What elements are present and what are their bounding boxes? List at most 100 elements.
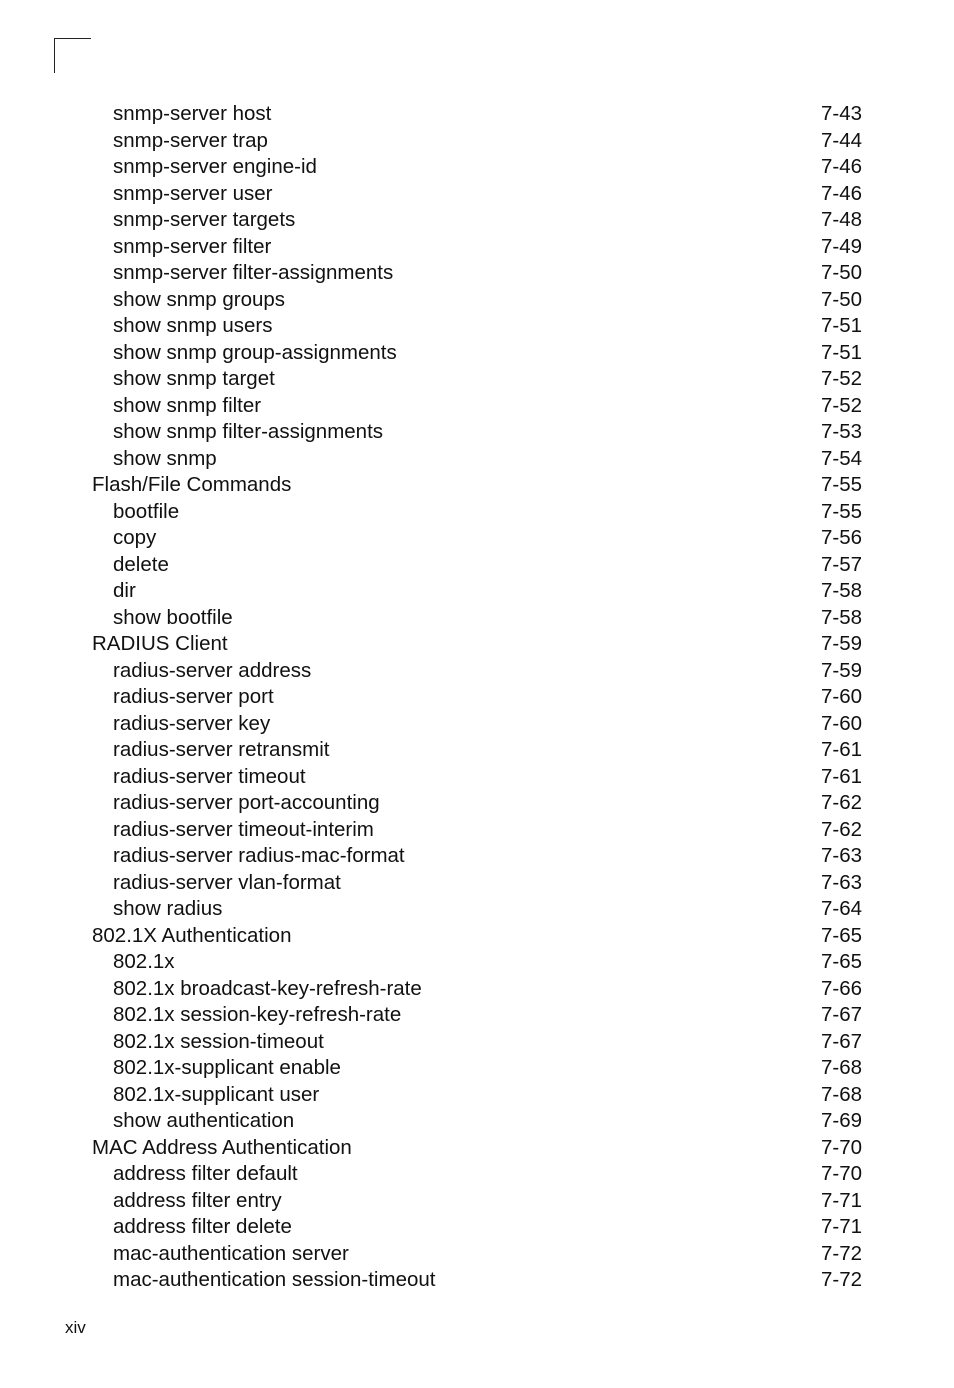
toc-entry-title: show authentication [113, 1109, 295, 1132]
toc-entry-page: 7-60 [821, 711, 863, 735]
toc-entry[interactable]: show snmp groups 7-50 [0, 287, 954, 314]
toc-entry-title: snmp-server host [113, 102, 272, 125]
toc-entry[interactable]: copy 7-56 [0, 525, 954, 552]
toc-entry[interactable]: show bootfile 7-58 [0, 605, 954, 632]
toc-entry-page: 7-46 [821, 155, 863, 178]
toc-entry[interactable]: show snmp filter-assignments 7-53 [0, 419, 954, 446]
toc-entry[interactable]: address filter default 7-70 [0, 1161, 954, 1188]
toc-entry-page: 7-61 [821, 764, 863, 788]
toc-section-entry[interactable]: Flash/File Commands 7-55 [0, 472, 954, 499]
toc-entry[interactable]: bootfile 7-55 [0, 499, 954, 526]
toc-entry-title: 802.1x-supplicant enable [113, 1056, 341, 1079]
toc-entry-page: 7-46 [821, 181, 863, 205]
toc-entry[interactable]: radius-server key 7-60 [0, 711, 954, 738]
toc-entry-title: snmp-server engine-id [113, 155, 317, 178]
toc-entry[interactable]: radius-server timeout-interim 7-62 [0, 817, 954, 844]
toc-entry-page: 7-55 [821, 499, 863, 523]
toc-entry[interactable]: 802.1x-supplicant user 7-68 [0, 1082, 954, 1109]
toc-entry[interactable]: address filter entry 7-71 [0, 1188, 954, 1215]
toc-section-entry[interactable]: 802.1X Authentication 7-65 [0, 923, 954, 950]
toc-entry-page: 7-53 [821, 420, 863, 443]
toc-entry-page: 7-71 [821, 1188, 863, 1212]
toc-entry[interactable]: show snmp group-assignments 7-51 [0, 340, 954, 367]
toc-entry[interactable]: 802.1x-supplicant enable 7-68 [0, 1055, 954, 1082]
toc-entry-title: snmp-server filter-assignments [113, 261, 394, 284]
toc-entry-page: 7-58 [821, 579, 863, 602]
table-of-contents: snmp-server host 7-43 snmp-server trap 7-44… [0, 101, 954, 1294]
toc-entry-page: 7-69 [821, 1109, 863, 1132]
toc-entry-title: show bootfile [113, 605, 233, 629]
toc-entry[interactable]: radius-server port 7-60 [0, 684, 954, 711]
toc-entry-page: 7-63 [821, 844, 863, 867]
toc-entry[interactable]: radius-server address 7-59 [0, 658, 954, 685]
toc-entry[interactable]: show snmp filter 7-52 [0, 393, 954, 420]
toc-entry-page: 7-62 [821, 791, 863, 814]
toc-entry[interactable]: show snmp users 7-51 [0, 313, 954, 340]
toc-entry-title: show snmp filter-assignments [113, 420, 384, 443]
toc-entry[interactable]: snmp-server trap 7-44 [0, 128, 954, 155]
toc-entry[interactable]: radius-server port-accounting 7-62 [0, 790, 954, 817]
toc-entry[interactable]: snmp-server filter-assignments 7-50 [0, 260, 954, 287]
toc-entry[interactable]: show snmp 7-54 [0, 446, 954, 473]
toc-entry-title: show snmp group-assignments [113, 340, 397, 364]
toc-entry[interactable]: 802.1x broadcast-key-refresh-rate 7-66 [0, 976, 954, 1003]
toc-entry[interactable]: 802.1x session-key-refresh-rate 7-67 [0, 1002, 954, 1029]
toc-entry[interactable]: show authentication 7-69 [0, 1108, 954, 1135]
toc-section-entry[interactable]: MAC Address Authentication 7-70 [0, 1135, 954, 1162]
toc-entry[interactable]: radius-server retransmit 7-61 [0, 737, 954, 764]
toc-entry-page: 7-59 [821, 632, 863, 655]
toc-entry-page: 7-66 [821, 976, 863, 1000]
toc-entry-page: 7-58 [821, 605, 863, 629]
toc-entry[interactable]: radius-server timeout 7-61 [0, 764, 954, 791]
toc-entry-page: 7-52 [821, 367, 863, 390]
toc-entry-page: 7-61 [821, 738, 863, 761]
toc-entry-page: 7-60 [821, 685, 863, 708]
toc-entry-title: snmp-server trap [113, 128, 268, 152]
toc-entry-title: copy [113, 526, 157, 549]
toc-entry-page: 7-71 [821, 1215, 863, 1238]
toc-entry-page: 7-70 [821, 1162, 863, 1185]
toc-entry[interactable]: snmp-server host 7-43 [0, 101, 954, 128]
toc-entry[interactable]: show radius 7-64 [0, 896, 954, 923]
toc-entry-title: 802.1X Authentication [92, 923, 292, 947]
toc-entry[interactable]: snmp-server user 7-46 [0, 181, 954, 208]
toc-entry-page: 7-49 [821, 234, 863, 258]
toc-entry-title: radius-server radius-mac-format [113, 844, 405, 867]
toc-entry-page: 7-68 [821, 1056, 863, 1079]
toc-entry[interactable]: delete 7-57 [0, 552, 954, 579]
toc-entry[interactable]: show snmp target 7-52 [0, 366, 954, 393]
toc-entry[interactable]: mac-authentication session-timeout 7-72 [0, 1267, 954, 1294]
toc-entry-title: show snmp [113, 446, 217, 470]
toc-entry-title: address filter delete [113, 1215, 292, 1238]
toc-entry-title: snmp-server user [113, 181, 273, 205]
toc-entry-title: mac-authentication session-timeout [113, 1268, 436, 1291]
toc-entry-page: 7-72 [821, 1241, 863, 1265]
toc-entry-title: radius-server key [113, 711, 271, 735]
toc-entry[interactable]: snmp-server filter 7-49 [0, 234, 954, 261]
toc-entry-title: radius-server port [113, 685, 274, 708]
toc-entry[interactable]: 802.1x session-timeout 7-67 [0, 1029, 954, 1056]
toc-entry-title: 802.1x session-timeout [113, 1029, 324, 1053]
toc-entry-page: 7-50 [821, 261, 863, 284]
toc-entry[interactable]: snmp-server engine-id 7-46 [0, 154, 954, 181]
toc-entry[interactable]: address filter delete 7-71 [0, 1214, 954, 1241]
toc-section-entry[interactable]: RADIUS Client 7-59 [0, 631, 954, 658]
toc-entry-title: show snmp filter [113, 393, 262, 417]
toc-entry-title: bootfile [113, 499, 180, 523]
toc-entry-page: 7-48 [821, 208, 863, 231]
toc-entry[interactable]: dir 7-58 [0, 578, 954, 605]
toc-entry-title: show snmp target [113, 367, 275, 390]
toc-entry[interactable]: mac-authentication server 7-72 [0, 1241, 954, 1268]
toc-entry-title: radius-server timeout-interim [113, 817, 374, 841]
toc-entry-title: show snmp users [113, 314, 273, 337]
toc-entry-title: address filter default [113, 1162, 298, 1185]
toc-entry[interactable]: 802.1x 7-65 [0, 949, 954, 976]
toc-entry[interactable]: radius-server vlan-format 7-63 [0, 870, 954, 897]
toc-entry-page: 7-44 [821, 128, 863, 152]
toc-entry[interactable]: radius-server radius-mac-format 7-63 [0, 843, 954, 870]
toc-entry-page: 7-50 [821, 287, 863, 311]
toc-entry-title: mac-authentication server [113, 1241, 349, 1265]
toc-entry[interactable]: snmp-server targets 7-48 [0, 207, 954, 234]
toc-entry-title: snmp-server filter [113, 234, 272, 258]
toc-entry-title: radius-server timeout [113, 764, 306, 788]
